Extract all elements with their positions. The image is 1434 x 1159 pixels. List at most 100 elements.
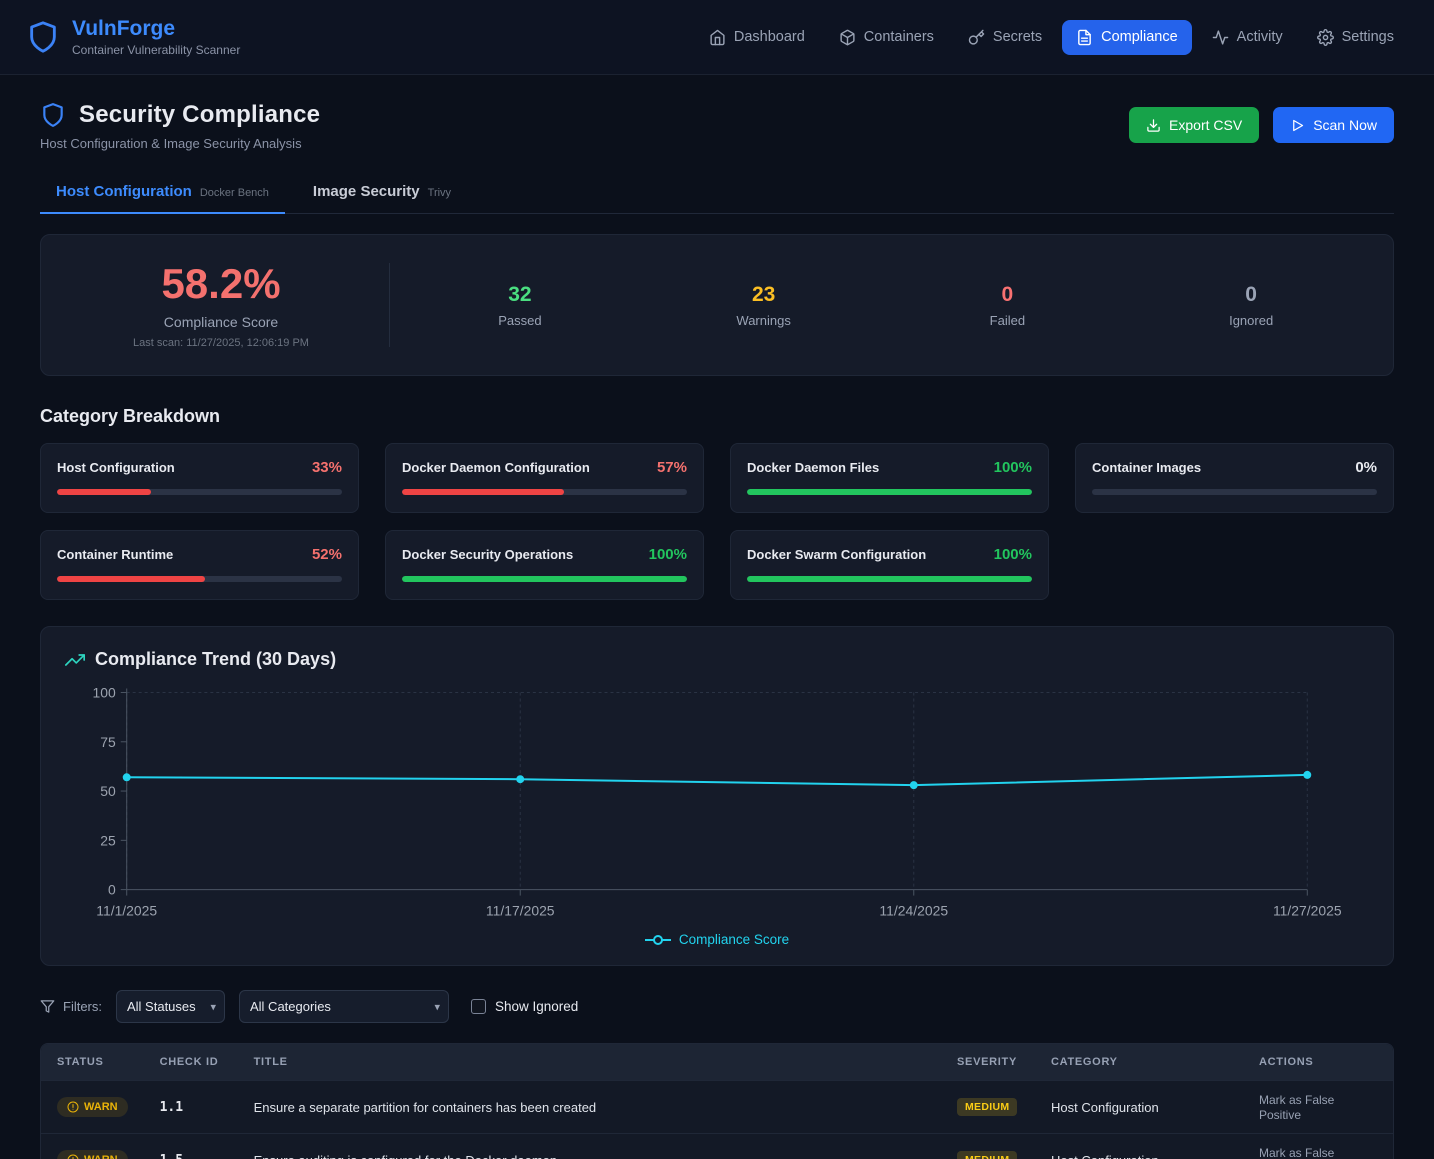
- category-percent: 57%: [657, 459, 687, 476]
- category-card-host-configuration: Host Configuration 33%: [40, 443, 359, 513]
- progress-bar: [57, 489, 342, 495]
- compliance-summary-card: 58.2% Compliance Score Last scan: 11/27/…: [40, 234, 1394, 376]
- column-header-title: TITLE: [238, 1044, 941, 1081]
- stat-label: Ignored: [1129, 313, 1373, 328]
- brand[interactable]: VulnForge Container Vulnerability Scanne…: [26, 17, 240, 57]
- tab-tag: Trivy: [428, 187, 451, 199]
- table-row: WARN 1.1 Ensure a separate partition for…: [41, 1081, 1393, 1134]
- chart-title: Compliance Trend (30 Days): [95, 649, 336, 670]
- svg-text:50: 50: [100, 783, 116, 799]
- filters-label: Filters:: [63, 999, 102, 1014]
- mark-false-positive-link[interactable]: Mark as False Positive: [1259, 1146, 1334, 1159]
- export-csv-button[interactable]: Export CSV: [1129, 107, 1259, 143]
- brand-name: VulnForge: [72, 17, 240, 41]
- tab-host-configuration[interactable]: Host Configuration Docker Bench: [40, 171, 285, 214]
- nav-item-label: Dashboard: [734, 29, 805, 45]
- stat-label: Warnings: [642, 313, 886, 328]
- check-id: 1.5: [160, 1153, 183, 1159]
- show-ignored-checkbox[interactable]: [471, 999, 486, 1014]
- stat-value: 0: [886, 283, 1130, 307]
- brand-subtitle: Container Vulnerability Scanner: [72, 43, 240, 57]
- file-text-icon: [1076, 29, 1093, 46]
- stat-value: 32: [398, 283, 642, 307]
- nav-item-containers[interactable]: Containers: [825, 20, 948, 55]
- stat-value: 23: [642, 283, 886, 307]
- nav-links: Dashboard Containers Secrets Compliance …: [695, 20, 1408, 55]
- tab-label: Image Security: [313, 183, 420, 200]
- activity-icon: [1212, 29, 1229, 46]
- category-card-docker-daemon-files: Docker Daemon Files 100%: [730, 443, 1049, 513]
- category-filter-wrap: All Categories: [239, 990, 449, 1023]
- nav-item-dashboard[interactable]: Dashboard: [695, 20, 819, 55]
- nav-item-compliance[interactable]: Compliance: [1062, 20, 1192, 55]
- category-card-docker-security-operations: Docker Security Operations 100%: [385, 530, 704, 600]
- nav-item-label: Settings: [1342, 29, 1394, 45]
- category-card-docker-daemon-configuration: Docker Daemon Configuration 57%: [385, 443, 704, 513]
- nav-item-secrets[interactable]: Secrets: [954, 20, 1056, 55]
- filters-label-group: Filters:: [40, 999, 102, 1014]
- check-category: Host Configuration: [1035, 1134, 1243, 1159]
- stat-value: 0: [1129, 283, 1373, 307]
- tab-bar: Host Configuration Docker Bench Image Se…: [40, 171, 1394, 214]
- shield-logo-icon: [26, 20, 60, 54]
- nav-item-activity[interactable]: Activity: [1198, 20, 1297, 55]
- svg-text:0: 0: [108, 882, 116, 898]
- category-card-docker-swarm-configuration: Docker Swarm Configuration 100%: [730, 530, 1049, 600]
- check-title: Ensure a separate partition for containe…: [238, 1081, 941, 1134]
- category-filter-select[interactable]: All Categories: [239, 990, 449, 1023]
- column-header-category: CATEGORY: [1035, 1044, 1243, 1081]
- download-icon: [1146, 118, 1161, 133]
- filters-bar: Filters: All Statuses All Categories Sho…: [40, 990, 1394, 1023]
- svg-text:11/1/2025: 11/1/2025: [96, 903, 157, 919]
- progress-bar: [57, 576, 342, 582]
- chart-legend[interactable]: Compliance Score: [65, 928, 1369, 955]
- nav-item-label: Compliance: [1101, 29, 1178, 45]
- play-icon: [1290, 118, 1305, 133]
- tab-image-security[interactable]: Image Security Trivy: [297, 171, 467, 214]
- check-category: Host Configuration: [1035, 1081, 1243, 1134]
- alert-circle-icon: [67, 1101, 79, 1113]
- nav-item-label: Containers: [864, 29, 934, 45]
- category-percent: 100%: [649, 546, 687, 563]
- category-card-container-images: Container Images 0%: [1075, 443, 1394, 513]
- scan-now-button[interactable]: Scan Now: [1273, 107, 1394, 143]
- category-grid: Host Configuration 33% Docker Daemon Con…: [40, 443, 1394, 600]
- progress-bar: [1092, 489, 1377, 495]
- gear-icon: [1317, 29, 1334, 46]
- shield-icon: [40, 102, 66, 128]
- scan-now-label: Scan Now: [1313, 117, 1377, 133]
- trending-up-icon: [65, 650, 85, 670]
- category-percent: 100%: [994, 546, 1032, 563]
- check-title: Ensure auditing is configured for the Do…: [238, 1134, 941, 1159]
- last-scan-timestamp: Last scan: 11/27/2025, 12:06:19 PM: [61, 337, 381, 349]
- column-header-check-id: CHECK ID: [144, 1044, 238, 1081]
- category-breakdown-title: Category Breakdown: [40, 406, 1394, 427]
- status-filter-wrap: All Statuses: [116, 990, 225, 1023]
- nav-item-settings[interactable]: Settings: [1303, 20, 1408, 55]
- category-name: Container Runtime: [57, 547, 173, 562]
- category-card-container-runtime: Container Runtime 52%: [40, 530, 359, 600]
- stat-failed: 0 Failed: [886, 283, 1130, 328]
- mark-false-positive-link[interactable]: Mark as False Positive: [1259, 1093, 1334, 1122]
- divider: [389, 263, 390, 347]
- nav-item-label: Secrets: [993, 29, 1042, 45]
- show-ignored-label: Show Ignored: [495, 999, 578, 1014]
- svg-text:25: 25: [100, 832, 116, 848]
- stat-label: Failed: [886, 313, 1130, 328]
- status-filter-select[interactable]: All Statuses: [116, 990, 225, 1023]
- stat-warnings: 23 Warnings: [642, 283, 886, 328]
- table-row: WARN 1.5 Ensure auditing is configured f…: [41, 1134, 1393, 1159]
- top-navbar: VulnForge Container Vulnerability Scanne…: [0, 0, 1434, 75]
- column-header-actions: ACTIONS: [1243, 1044, 1393, 1081]
- stat-ignored: 0 Ignored: [1129, 283, 1373, 328]
- key-icon: [968, 29, 985, 46]
- progress-bar: [402, 489, 687, 495]
- category-percent: 0%: [1355, 459, 1377, 476]
- category-name: Docker Daemon Configuration: [402, 460, 590, 475]
- compliance-score: 58.2%: [61, 261, 381, 307]
- box-icon: [839, 29, 856, 46]
- column-header-severity: SEVERITY: [941, 1044, 1035, 1081]
- svg-text:100: 100: [93, 685, 116, 701]
- status-badge: WARN: [57, 1150, 128, 1159]
- page-title: Security Compliance: [79, 101, 320, 129]
